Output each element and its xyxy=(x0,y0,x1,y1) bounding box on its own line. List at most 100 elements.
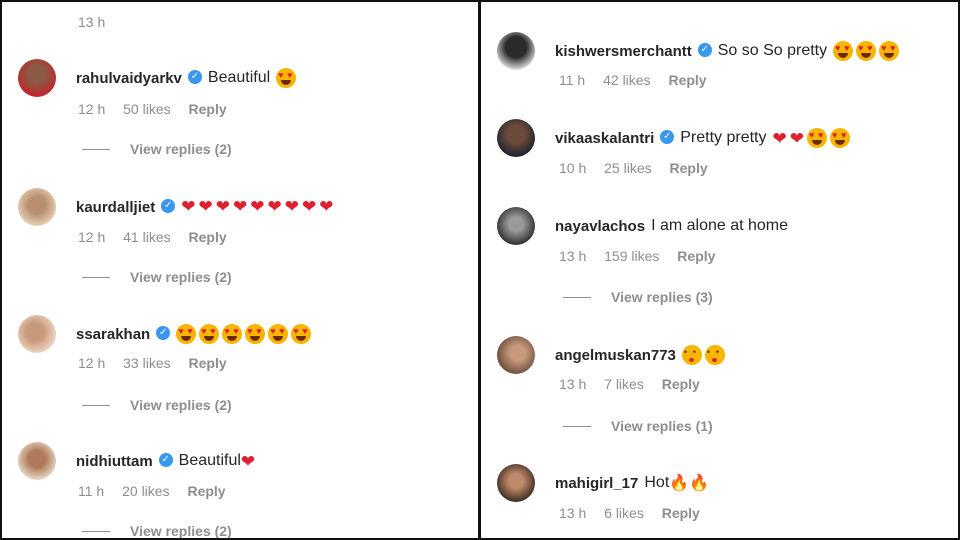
comment-meta: 11 h 20 likes Reply xyxy=(78,483,240,499)
comment-username[interactable]: kishwersmerchantt xyxy=(555,43,692,60)
comment-meta: 13 h 7 likes Reply xyxy=(559,376,714,392)
reply-button[interactable]: Reply xyxy=(189,101,227,117)
view-replies-label: View replies (2) xyxy=(130,269,232,285)
avatar[interactable] xyxy=(497,336,535,374)
avatar[interactable] xyxy=(18,188,56,226)
comment-kishwersmerchantt: kishwersmerchantt ✓ So so So pretty ♥ ♥ ♥ ♥… xyxy=(497,31,902,71)
red-heart-emoji-icon: ❤ xyxy=(232,197,248,217)
comment-username[interactable]: rahulvaidyarkv xyxy=(76,70,182,87)
comment-likes[interactable]: 41 likes xyxy=(123,229,170,245)
avatar[interactable] xyxy=(18,442,56,480)
comment-kaurdalljiet: kaurdalljiet ✓ ❤ ❤ ❤ ❤ ❤ ❤ ❤ ❤ ❤ xyxy=(18,187,336,227)
comment-time: 13 h xyxy=(559,248,587,264)
comment-likes[interactable]: 6 likes xyxy=(604,505,644,521)
comment-likes[interactable]: 25 likes xyxy=(604,160,651,176)
heart-eyes-emoji-icon: ♥ ♥ xyxy=(222,324,243,344)
comment-nidhiuttam: nidhiuttam ✓ Beautiful ❤ xyxy=(18,441,258,481)
left-comment-panel: 13 h rahulvaidyarkv ✓ Beautiful ♥ ♥ 12 h … xyxy=(2,2,478,538)
comment-text: Hot xyxy=(644,474,670,491)
red-heart-emoji-icon: ❤ xyxy=(319,197,334,217)
comment-rahulvaidyarkv: rahulvaidyarkv ✓ Beautiful ♥ ♥ xyxy=(18,58,299,98)
view-replies-button[interactable]: View replies (2) xyxy=(82,269,232,285)
avatar[interactable] xyxy=(18,315,56,353)
comment-text: Beautiful xyxy=(178,452,241,469)
comment-likes[interactable]: 7 likes xyxy=(604,376,644,392)
comment-likes[interactable]: 42 likes xyxy=(603,72,650,88)
comment-nayavlachos: nayavlachos I am alone at home xyxy=(497,206,788,246)
comment-mahigirl_17: mahigirl_17 Hot 🔥 🔥 xyxy=(497,463,709,503)
red-heart-emoji-icon: ❤ xyxy=(772,128,787,148)
heart-eyes-emoji-icon: ♥ ♥ xyxy=(879,41,900,61)
comment-likes[interactable]: 50 likes xyxy=(123,101,170,117)
comment-username[interactable]: kaurdalljiet xyxy=(76,199,155,216)
comment-username[interactable]: nidhiuttam xyxy=(76,453,153,470)
avatar[interactable] xyxy=(497,119,535,157)
view-replies-button[interactable]: View replies (3) xyxy=(563,289,713,305)
verified-badge-icon: ✓ xyxy=(156,326,171,340)
avatar[interactable] xyxy=(497,464,535,502)
reply-button[interactable]: Reply xyxy=(662,505,700,521)
comment-meta: 11 h 42 likes Reply xyxy=(559,72,721,88)
red-heart-emoji-icon: ❤ xyxy=(250,197,265,217)
comment-time: 11 h xyxy=(78,483,105,499)
heart-eyes-emoji-icon: ♥ ♥ xyxy=(291,324,312,344)
view-replies-label: View replies (3) xyxy=(611,289,713,305)
reply-button[interactable]: Reply xyxy=(662,376,700,392)
divider-line xyxy=(82,276,110,278)
reply-button[interactable]: Reply xyxy=(668,72,706,88)
comment-time: 10 h xyxy=(559,160,587,176)
comment-time: 12 h xyxy=(78,355,106,371)
divider-line xyxy=(563,296,591,298)
comment-time: 13 h xyxy=(559,505,587,521)
verified-badge-icon: ✓ xyxy=(187,70,202,84)
view-replies-button[interactable]: View replies (2) xyxy=(82,523,232,538)
comment-meta: 12 h 50 likes Reply xyxy=(78,101,241,117)
verified-badge-icon: ✓ xyxy=(697,43,712,57)
comment-username[interactable]: vikaaskalantri xyxy=(555,130,654,147)
reply-button[interactable]: Reply xyxy=(189,229,227,245)
comment-username[interactable]: mahigirl_17 xyxy=(555,475,638,492)
reply-button[interactable]: Reply xyxy=(670,160,708,176)
reply-button[interactable]: Reply xyxy=(187,483,225,499)
verified-badge-icon: ✓ xyxy=(158,453,173,467)
heart-eyes-emoji-icon: ♥ ♥ xyxy=(268,324,289,344)
kissing-face-emoji-icon: • • xyxy=(704,345,725,365)
top-timestamp: 13 h xyxy=(78,14,106,30)
comment-text: I am alone at home xyxy=(651,217,789,234)
avatar[interactable] xyxy=(497,207,535,245)
red-heart-emoji-icon: ❤ xyxy=(198,197,213,217)
comment-username[interactable]: nayavlachos xyxy=(555,218,645,235)
comment-username[interactable]: angelmuskan773 xyxy=(555,347,676,364)
red-heart-emoji-icon: ❤ xyxy=(240,451,256,471)
view-replies-button[interactable]: View replies (1) xyxy=(563,418,713,434)
comment-likes[interactable]: 33 likes xyxy=(123,355,170,371)
divider-line xyxy=(82,148,110,150)
fire-emoji-icon: 🔥 xyxy=(669,475,690,492)
avatar[interactable] xyxy=(497,32,535,70)
comment-text: Pretty pretty xyxy=(680,129,767,146)
red-heart-emoji-icon: ❤ xyxy=(181,197,196,217)
red-heart-emoji-icon: ❤ xyxy=(267,197,282,217)
comment-likes[interactable]: 20 likes xyxy=(122,483,169,499)
comment-time: 13 h xyxy=(559,376,587,392)
comment-ssarakhan: ssarakhan ✓ ♥ ♥ ♥ ♥ ♥ ♥ ♥ ♥ ♥ ♥ ♥ ♥ xyxy=(18,314,314,354)
comment-time: 11 h xyxy=(559,72,586,88)
comment-meta: 12 h 33 likes Reply xyxy=(78,355,241,371)
view-replies-label: View replies (2) xyxy=(130,523,232,538)
fire-emoji-icon: 🔥 xyxy=(689,475,710,492)
heart-eyes-emoji-icon: ♥ ♥ xyxy=(807,128,827,148)
verified-badge-icon: ✓ xyxy=(660,130,675,144)
view-replies-button[interactable]: View replies (2) xyxy=(82,141,232,157)
red-heart-emoji-icon: ❤ xyxy=(284,197,299,217)
right-comment-panel: kishwersmerchantt ✓ So so So pretty ♥ ♥ ♥ ♥… xyxy=(481,2,958,538)
heart-emoji-row: ❤ ❤ ❤ ❤ ❤ ❤ ❤ ❤ ❤ xyxy=(181,198,336,216)
comment-likes[interactable]: 159 likes xyxy=(604,248,659,264)
comment-username[interactable]: ssarakhan xyxy=(76,326,150,343)
avatar[interactable] xyxy=(18,59,56,97)
reply-button[interactable]: Reply xyxy=(677,248,715,264)
reply-button[interactable]: Reply xyxy=(189,355,227,371)
red-heart-emoji-icon: ❤ xyxy=(789,128,804,148)
view-replies-button[interactable]: View replies (2) xyxy=(82,397,232,413)
comment-time: 12 h xyxy=(78,229,106,245)
divider-line xyxy=(563,425,591,427)
